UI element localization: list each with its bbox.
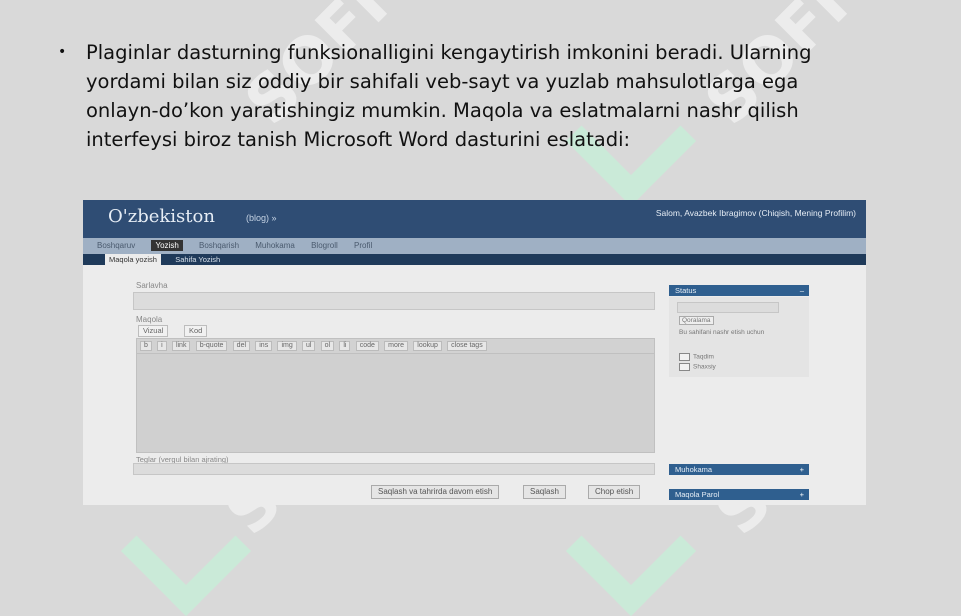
editor-toolbar: b i link b-quote del ins img ul ol li co… (136, 338, 655, 354)
toolbar-del-button[interactable]: del (232, 341, 251, 351)
checkbox-icon[interactable] (679, 363, 690, 371)
toolbar-italic-button[interactable]: i (157, 341, 167, 351)
toolbar-quote-button[interactable]: b-quote (195, 341, 228, 351)
watermark-chevron-icon (120, 485, 252, 616)
save-button[interactable]: Saqlash (523, 485, 566, 499)
submenu-item-write-page[interactable]: Sahifa Yozish (171, 254, 224, 265)
toolbar-ol-button[interactable]: ol (320, 341, 335, 351)
checkbox-icon[interactable] (679, 353, 690, 361)
checkbox-row-2[interactable]: Shaxsiy (679, 363, 716, 371)
toolbar-link-button[interactable]: link (171, 341, 191, 351)
bullet-text: Plaginlar dasturning funksionalligini ke… (86, 41, 812, 151)
checkbox-row-1[interactable]: Taqdim (679, 353, 714, 361)
toolbar-close-tags-button[interactable]: close tags (447, 341, 487, 351)
menu-item-boshqarish[interactable]: Boshqarish (199, 241, 239, 250)
expand-icon[interactable]: + (800, 489, 804, 500)
toolbar-ins-button[interactable]: ins (255, 341, 273, 351)
discussion-panel-title: Muhokama (675, 465, 713, 474)
publish-button[interactable]: Chop etish (588, 485, 641, 499)
post-content-textarea[interactable] (136, 353, 655, 453)
password-panel-header[interactable]: Maqola Parol + (669, 489, 809, 500)
toolbar-code-button[interactable]: code (355, 341, 379, 351)
cms-screenshot: O'zbekiston (blog) » Salom, Avazbek Ibra… (83, 200, 866, 505)
toolbar-bold-button[interactable]: b (140, 341, 152, 351)
status-panel-header[interactable]: Status – (669, 285, 809, 296)
title-input[interactable] (133, 292, 655, 310)
editor-area: Sarlavha Maqola Vizual Kod b i link b-qu… (83, 265, 866, 505)
status-panel-title: Status (675, 286, 697, 295)
menu-item-muhokama[interactable]: Muhokama (255, 241, 295, 250)
tab-visual[interactable]: Vizual (138, 325, 169, 337)
menu-item-yozish[interactable]: Yozish (151, 240, 183, 251)
main-menu: Boshqaruv Yozish Boshqarish Muhokama Blo… (83, 238, 866, 254)
menu-item-boshqaruv[interactable]: Boshqaruv (97, 241, 135, 250)
admin-header: O'zbekiston (blog) » Salom, Avazbek Ibra… (83, 200, 866, 238)
tab-code[interactable]: Kod (184, 325, 208, 337)
expand-icon[interactable]: + (800, 464, 804, 475)
checkbox-2-label: Shaxsiy (693, 363, 716, 371)
toolbar-li-button[interactable]: li (339, 341, 351, 351)
bullet-paragraph: • Plaginlar dasturning funksionalligini … (58, 38, 848, 154)
view-site-link[interactable]: (blog) » (246, 213, 277, 223)
password-panel-title: Maqola Parol (675, 490, 720, 499)
collapse-icon[interactable]: – (800, 285, 804, 296)
toolbar-lookup-button[interactable]: lookup (413, 341, 442, 351)
status-select[interactable]: Qoralama (679, 316, 714, 325)
tags-input[interactable] (133, 463, 655, 475)
toolbar-more-button[interactable]: more (384, 341, 409, 351)
bullet-icon: • (58, 44, 67, 60)
status-field[interactable] (677, 302, 779, 313)
status-note: Bu sahifani nashr etish uchun (679, 329, 765, 336)
site-title[interactable]: O'zbekiston (108, 206, 215, 227)
sub-menu: Maqola yozish Sahifa Yozish (83, 254, 866, 265)
toolbar-ul-button[interactable]: ul (301, 341, 316, 351)
toolbar-img-button[interactable]: img (277, 341, 297, 351)
status-panel-body: Qoralama Bu sahifani nashr etish uchun T… (669, 297, 809, 377)
title-label: Sarlavha (136, 281, 168, 290)
save-and-continue-button[interactable]: Saqlash va tahrirda davom etish (371, 485, 500, 499)
checkbox-1-label: Taqdim (693, 353, 714, 361)
user-info[interactable]: Salom, Avazbek Ibragimov (Chiqish, Menin… (656, 208, 856, 218)
discussion-panel-header[interactable]: Muhokama + (669, 464, 809, 475)
watermark-chevron-icon (565, 485, 697, 616)
menu-item-profil[interactable]: Profil (354, 241, 372, 250)
menu-item-blogroll[interactable]: Blogroll (311, 241, 338, 250)
submenu-item-write-post[interactable]: Maqola yozish (105, 254, 161, 265)
post-label: Maqola (136, 315, 163, 324)
